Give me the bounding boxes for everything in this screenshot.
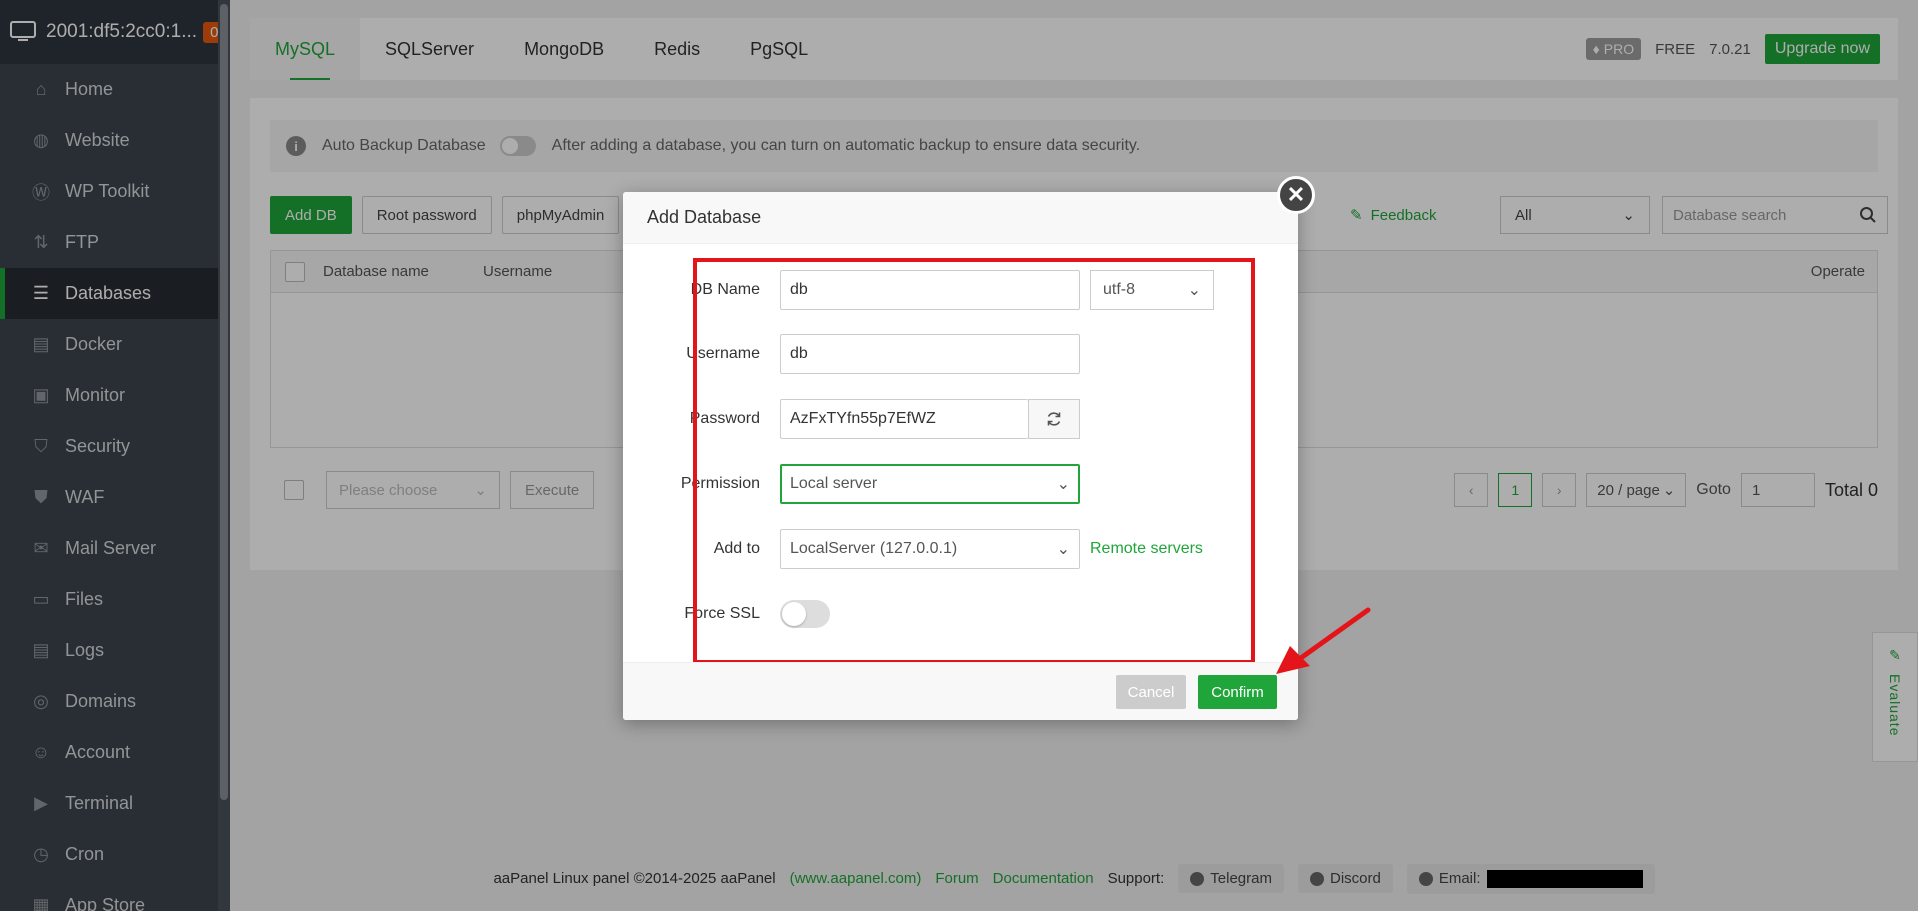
highlight-frame: [693, 258, 1255, 664]
dialog-title: Add Database: [623, 192, 1298, 244]
close-icon[interactable]: ✕: [1277, 176, 1315, 214]
annotation-arrow-icon: [1276, 607, 1371, 674]
cancel-button[interactable]: Cancel: [1116, 675, 1186, 709]
confirm-button[interactable]: Confirm: [1198, 675, 1277, 709]
dialog-footer: Cancel Confirm: [623, 662, 1298, 720]
add-database-dialog: Add Database ✕ DB Name db utf-8 ⌄ Usernam…: [623, 176, 1315, 720]
